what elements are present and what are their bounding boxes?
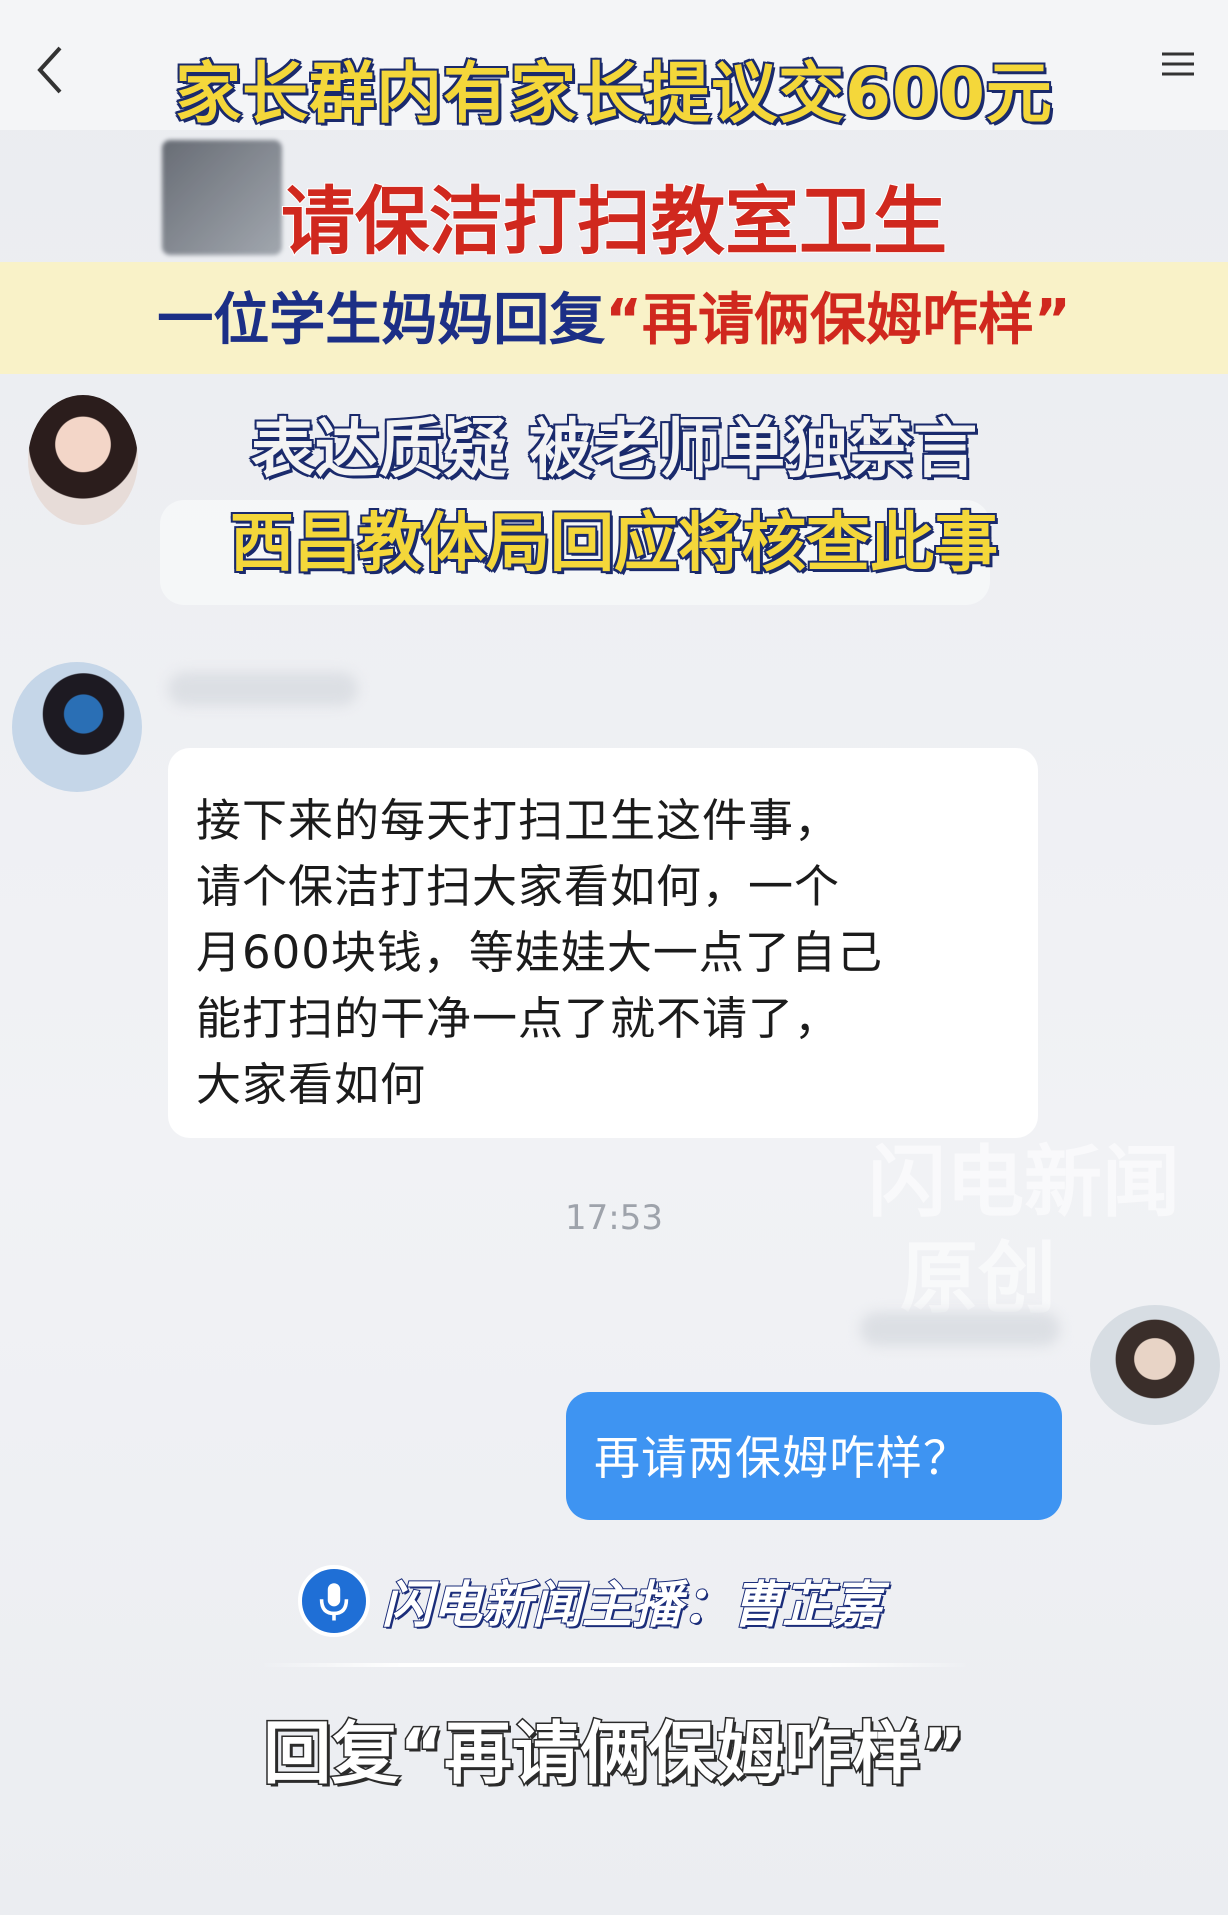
headline-line-3-prefix: 一位学生妈妈回复 <box>157 288 606 353</box>
message-line: 月600块钱，等娃娃大一点了自己 <box>196 926 883 979</box>
blurred-sender-name <box>168 672 358 706</box>
anchor-credit: 闪电新闻主播：曹芷嘉 <box>298 1565 883 1637</box>
watermark-line-1: 闪电新闻 <box>867 1138 1180 1228</box>
headline-line-4: 表达质疑 被老师单独禁言 <box>249 412 978 489</box>
headline-line-2: 请保洁打扫教室卫生 <box>280 178 948 266</box>
headline-line-3: 一位学生妈妈回复“再请俩保姆咋样” <box>0 275 1228 356</box>
anchor-credit-text: 闪电新闻主播：曹芷嘉 <box>381 1575 883 1635</box>
headline-line-3-quote: “再请俩保姆咋样” <box>605 288 1071 353</box>
video-frame: 家长群内有家长提议交600元 请保洁打扫教室卫生 一位学生妈妈回复“再请俩保姆咋… <box>0 0 1228 1915</box>
outgoing-message-text: 再请两保姆咋样？ <box>594 1431 970 1485</box>
message-line: 接下来的每天打扫卫生这件事， <box>196 794 841 847</box>
headline-line-1: 家长群内有家长提议交600元 <box>174 54 1054 134</box>
message-line: 能打扫的干净一点了就不请了， <box>196 992 841 1045</box>
divider <box>260 1663 970 1667</box>
message-line: 大家看如何 <box>196 1058 427 1111</box>
headline-line-5: 西昌教体局回应将核查此事 <box>229 506 1000 583</box>
blurred-sender-name <box>860 1312 1060 1346</box>
avatar[interactable] <box>12 662 142 792</box>
microphone-icon <box>298 1565 370 1637</box>
subtitle-caption: 回复“再请俩保姆咋样” <box>262 1714 966 1796</box>
watermark: 闪电新闻 原创 <box>850 1135 1180 1327</box>
incoming-message-bubble[interactable]: 接下来的每天打扫卫生这件事， 请个保洁打扫大家看如何，一个 月600块钱，等娃娃… <box>168 748 1038 1138</box>
outgoing-message-bubble[interactable]: 再请两保姆咋样？ <box>566 1392 1062 1520</box>
avatar[interactable] <box>1090 1305 1220 1425</box>
message-line: 请个保洁打扫大家看如何，一个 <box>196 860 841 913</box>
